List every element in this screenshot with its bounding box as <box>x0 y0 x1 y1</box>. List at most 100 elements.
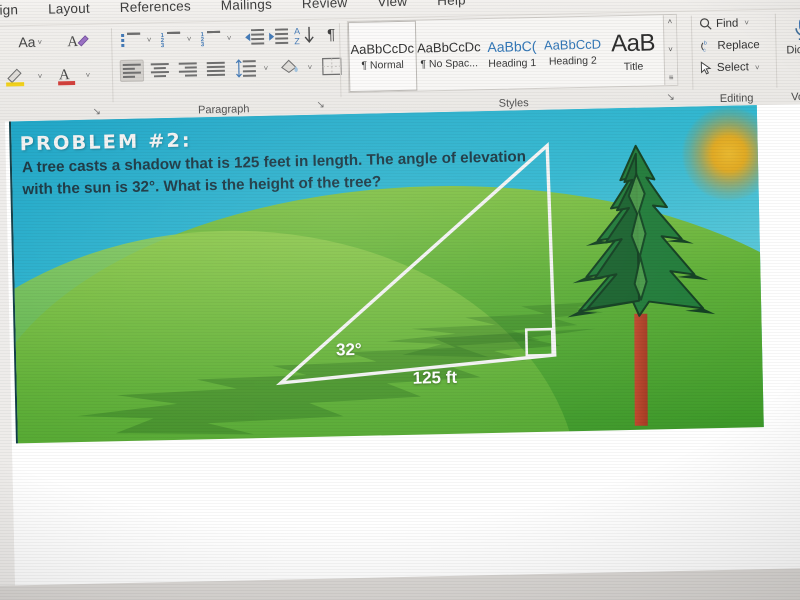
replace-label: Replace <box>717 39 759 52</box>
tab-view[interactable]: View <box>362 0 422 14</box>
find-button[interactable]: Find ˅ <box>699 16 749 30</box>
justify-button[interactable] <box>204 58 228 81</box>
clear-formatting-icon: A <box>67 31 89 51</box>
base-length-label: 125 ft <box>412 368 457 389</box>
svg-text:A: A <box>59 67 70 83</box>
voice-group: Dictate ˅ Voice <box>779 9 800 106</box>
photograph-of-screen: sign Layout References Mailings Review V… <box>0 0 800 600</box>
shading-button[interactable] <box>278 56 302 79</box>
line-spacing-chevron-down-icon[interactable]: ˅ <box>260 59 270 77</box>
inserted-picture[interactable]: 32° 125 ft PROBLEM #2: A tree casts a sh… <box>9 105 764 445</box>
replace-icon: b c <box>699 39 713 53</box>
style-name: Title <box>624 60 644 72</box>
numbering-chevron-down-icon[interactable]: ˅ <box>183 30 193 46</box>
pilcrow-icon: ¶ <box>327 26 335 43</box>
editing-group-label: Editing <box>699 92 775 106</box>
dictate-button[interactable]: Dictate ˅ <box>781 17 800 67</box>
change-case-label: Aa <box>18 34 35 50</box>
font-color-button[interactable]: A <box>54 63 81 88</box>
increase-indent-button[interactable] <box>267 26 289 46</box>
paragraph-group: ˅ 123 ˅ 123 ˅ <box>117 20 319 120</box>
multilevel-list-button[interactable]: 123 <box>199 28 221 48</box>
tab-mailings[interactable]: Mailings <box>206 0 288 17</box>
font-dialog-launcher[interactable]: ↘ <box>91 106 103 118</box>
line-spacing-button[interactable] <box>234 57 258 80</box>
paragraph-dialog-launcher[interactable]: ↘ <box>315 100 327 112</box>
style-item-heading-2[interactable]: AaBbCcD Heading 2 <box>542 17 604 88</box>
change-case-button[interactable]: Aa ˅ <box>9 31 51 54</box>
select-chevron-down-icon[interactable]: ˅ <box>755 63 760 72</box>
increase-indent-icon <box>268 28 288 44</box>
align-left-button[interactable] <box>120 60 144 83</box>
styles-scroll-up-icon[interactable]: ˄ <box>664 15 676 29</box>
styles-gallery-scrollbar[interactable]: ˄ ˅ ≡ <box>663 15 678 85</box>
styles-more-icon[interactable]: ≡ <box>665 71 677 85</box>
screen-plane: sign Layout References Mailings Review V… <box>0 0 800 600</box>
numbered-list-icon: 123 <box>161 31 180 46</box>
justify-icon <box>207 62 225 76</box>
find-chevron-down-icon[interactable]: ˅ <box>744 18 749 27</box>
line-spacing-icon <box>235 59 257 77</box>
document-page[interactable]: 32° 125 ft PROBLEM #2: A tree casts a sh… <box>5 104 800 600</box>
problem-heading: PROBLEM #2: <box>20 130 192 156</box>
dictate-label: Dictate <box>786 44 800 57</box>
chevron-down-icon: ˅ <box>37 37 42 46</box>
divider-editing-voice <box>775 14 778 88</box>
multilevel-chevron-down-icon[interactable]: ˅ <box>223 30 233 46</box>
styles-dialog-launcher[interactable]: ↘ <box>664 92 676 104</box>
font-color-chevron-down-icon[interactable]: ˅ <box>82 65 92 85</box>
ribbon-body: ˅ Aa ˅ A ˅ <box>0 8 800 122</box>
align-center-icon <box>151 63 169 77</box>
style-preview: AaBbCcD <box>544 37 601 53</box>
editing-group: Find ˅ b c Replace <box>697 10 775 108</box>
sort-button[interactable]: A Z <box>293 24 317 47</box>
style-item-heading-1[interactable]: AaBbC( Heading 1 <box>481 18 543 89</box>
tab-references[interactable]: References <box>105 0 207 19</box>
styles-gallery[interactable]: AaBbCcDc ¶ Normal AaBbCcDc ¶ No Spac... … <box>347 14 678 93</box>
style-preview: AaBbCcDc <box>350 41 414 57</box>
align-center-button[interactable] <box>148 59 172 82</box>
style-item-normal[interactable]: AaBbCcDc ¶ Normal <box>348 21 417 92</box>
align-right-icon <box>179 62 197 76</box>
style-name: Heading 1 <box>488 56 536 69</box>
highlighter-icon <box>4 65 30 88</box>
bullets-button[interactable] <box>119 30 141 50</box>
font-group: ˅ Aa ˅ A ˅ <box>0 24 109 123</box>
text-highlight-color-button[interactable] <box>2 64 33 89</box>
select-label: Select <box>717 61 749 74</box>
highlight-chevron-down-icon[interactable]: ˅ <box>34 66 44 86</box>
numbering-button[interactable]: 123 <box>159 29 181 49</box>
tab-layout[interactable]: Layout <box>33 0 105 21</box>
voice-group-label: Voice <box>780 91 800 104</box>
bullets-chevron-down-icon[interactable]: ˅ <box>143 31 153 47</box>
decrease-indent-button[interactable] <box>243 27 265 47</box>
svg-text:Z: Z <box>294 36 300 45</box>
style-item-no-spacing[interactable]: AaBbCcDc ¶ No Spac... <box>415 19 482 90</box>
styles-scroll-down-icon[interactable]: ˅ <box>664 43 676 57</box>
svg-text:A: A <box>67 34 78 50</box>
tab-review[interactable]: Review <box>287 0 363 15</box>
style-name: Heading 2 <box>549 55 597 68</box>
style-preview: AaBbC( <box>487 37 536 54</box>
replace-button[interactable]: b c Replace <box>699 38 759 53</box>
style-name: ¶ Normal <box>361 59 404 72</box>
style-preview: AaB <box>611 29 655 58</box>
angle-label: 32° <box>336 340 362 361</box>
style-preview: AaBbCcDc <box>417 39 481 55</box>
tab-design[interactable]: sign <box>0 0 33 22</box>
clear-all-formatting-button[interactable]: A <box>65 29 92 54</box>
word-ribbon: sign Layout References Mailings Review V… <box>0 0 800 122</box>
style-item-title[interactable]: AaB Title <box>602 15 664 86</box>
select-button[interactable]: Select ˅ <box>700 60 760 75</box>
align-left-icon <box>123 64 141 78</box>
font-color-icon: A <box>56 64 78 86</box>
cursor-arrow-icon <box>700 61 713 75</box>
svg-text:A: A <box>294 26 300 36</box>
align-right-button[interactable] <box>176 58 200 81</box>
shading-chevron-down-icon[interactable]: ˅ <box>304 58 314 76</box>
tab-help[interactable]: Help <box>422 0 481 12</box>
multilevel-list-icon: 123 <box>201 30 220 45</box>
find-label: Find <box>716 17 739 29</box>
svg-text:c: c <box>703 48 706 54</box>
bullet-list-icon <box>121 32 140 47</box>
